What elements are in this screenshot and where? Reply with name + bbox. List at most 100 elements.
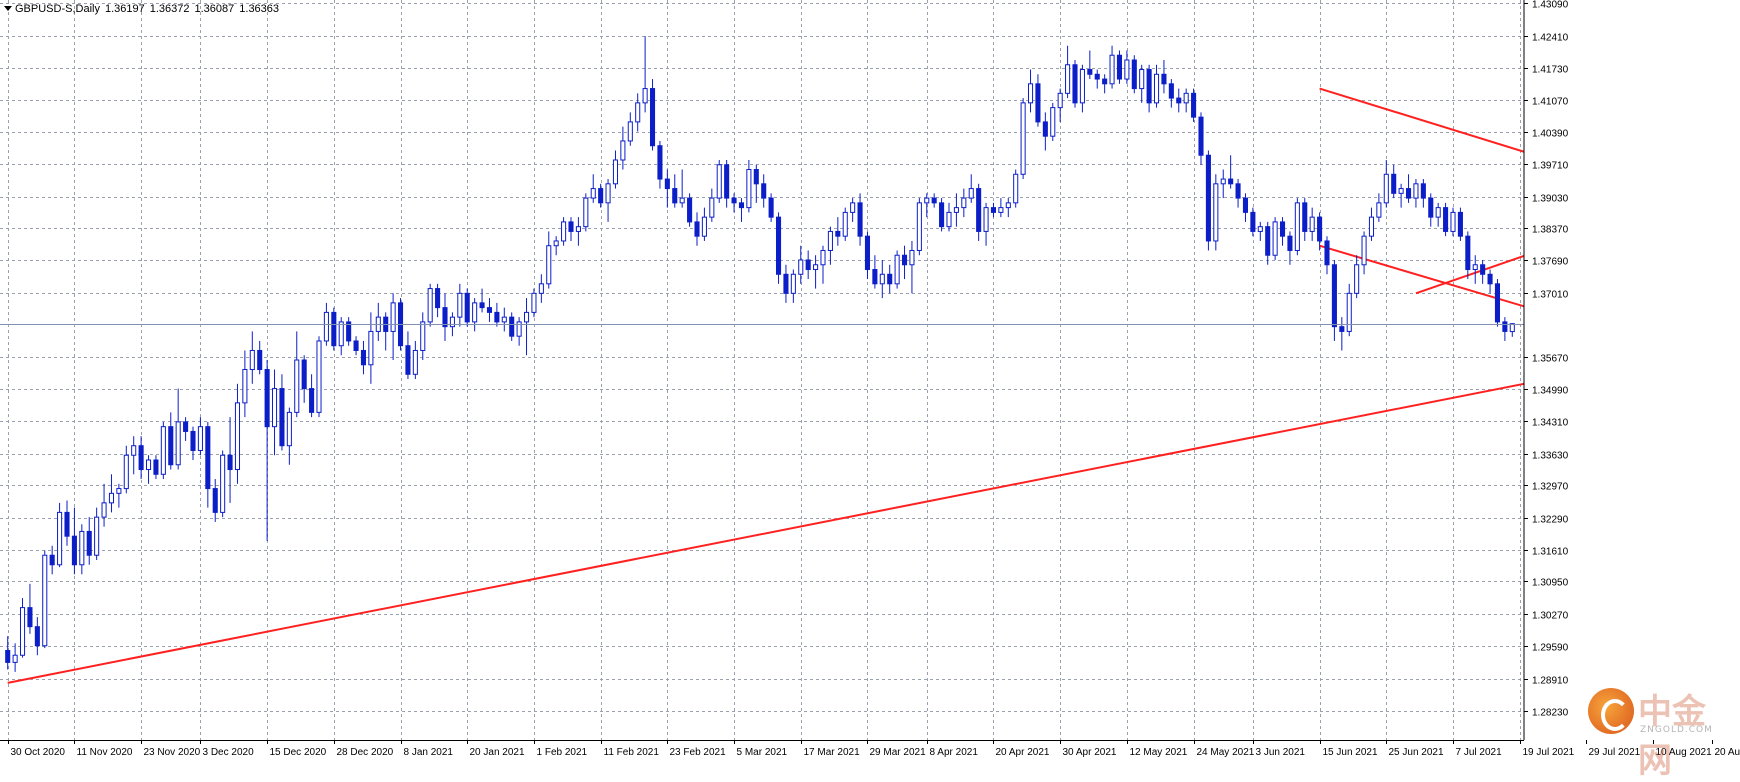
y-tick-label: 1.41070 <box>1532 97 1569 108</box>
candle-body-up <box>287 412 291 445</box>
x-tick-label: 3 Jun 2021 <box>1256 747 1306 758</box>
dropdown-triangle-icon[interactable] <box>4 6 12 11</box>
candle-body-up <box>821 250 825 264</box>
candle-body-down <box>465 293 469 322</box>
candle-body-down <box>932 198 936 203</box>
candle-body-up <box>710 198 714 217</box>
candle-body-down <box>1095 74 1099 79</box>
candle-body-up <box>1080 70 1084 103</box>
candle-body-up <box>547 246 551 284</box>
candle-body-down <box>658 146 662 179</box>
candle-body-down <box>72 536 76 565</box>
candle-body-down <box>510 317 514 336</box>
candle-body-up <box>1028 84 1032 103</box>
candle-body-up <box>910 250 914 264</box>
candle-body-down <box>1392 174 1396 193</box>
candle-body-up <box>799 260 803 274</box>
candle-body-up <box>458 293 462 317</box>
candle-body-up <box>591 189 595 199</box>
candle-body-down <box>673 189 677 203</box>
candle-body-up <box>539 284 543 294</box>
candle-body-up <box>421 322 425 351</box>
candle-body-up <box>1058 93 1062 107</box>
candle-body-up <box>161 427 165 475</box>
candle-body-up <box>999 208 1003 213</box>
logo-icon <box>1588 688 1634 734</box>
candle-body-down <box>1162 74 1166 84</box>
candle-body-down <box>28 608 32 627</box>
x-tick-label: 8 Apr 2021 <box>930 747 979 758</box>
candle-body-up <box>1355 265 1359 294</box>
candle-body-up <box>117 489 121 494</box>
candle-body-down <box>1303 203 1307 232</box>
candle-body-up <box>962 198 966 208</box>
candle-body-up <box>947 212 951 226</box>
candle-body-down <box>695 222 699 236</box>
candle-body-up <box>925 198 929 203</box>
candle-body-down <box>1199 117 1203 155</box>
candle-body-down <box>87 531 91 555</box>
candle-body-up <box>636 103 640 122</box>
candle-body-down <box>487 308 491 313</box>
candle-body-down <box>436 289 440 308</box>
candle-body-up <box>851 203 855 213</box>
y-tick-label: 1.34310 <box>1532 418 1569 429</box>
candle-body-down <box>1251 212 1255 231</box>
candle-body-down <box>1192 93 1196 117</box>
x-tick-label: 15 Jun 2021 <box>1323 747 1378 758</box>
y-tick-label: 1.29590 <box>1532 643 1569 654</box>
candle-body-up <box>13 655 17 662</box>
candle-body-up <box>791 274 795 293</box>
candle-body-up <box>1273 222 1277 255</box>
candle-body-down <box>35 627 39 646</box>
candle-body-down <box>1406 189 1410 199</box>
candle-body-up <box>747 170 751 208</box>
candle-body-up <box>1310 217 1314 231</box>
x-tick-label: 1 Feb 2021 <box>537 747 588 758</box>
candle-body-up <box>132 446 136 456</box>
candle-body-down <box>50 555 54 565</box>
candle-body-down <box>599 189 603 203</box>
candle-body-up <box>1006 203 1010 208</box>
candle-body-up <box>702 217 706 236</box>
y-tick-label: 1.39710 <box>1532 161 1569 172</box>
candle-body-down <box>310 389 314 413</box>
candlestick-chart: 1.36363 1.430901.424101.417301.410701.40… <box>0 0 1740 760</box>
candle-body-up <box>613 160 617 184</box>
candle-body-down <box>1169 84 1173 98</box>
watermark-logo: 中金网 ZNGOLD.COM <box>1588 684 1738 754</box>
candle-body-up <box>576 227 580 232</box>
candle-body-up <box>1214 184 1218 241</box>
candle-body-up <box>880 274 884 284</box>
candle-body-up <box>843 212 847 236</box>
candle-body-down <box>569 222 573 232</box>
candle-body-down <box>991 208 995 213</box>
candle-body-up <box>339 322 343 346</box>
y-tick-label: 1.28910 <box>1532 676 1569 687</box>
candle-body-down <box>6 650 10 662</box>
candle-body-up <box>1436 208 1440 218</box>
candle-body-up <box>43 555 47 645</box>
candle-body-down <box>739 203 743 208</box>
candle-body-down <box>754 170 758 184</box>
candle-body-down <box>1458 212 1462 236</box>
candle-body-down <box>732 198 736 203</box>
candle-body-down <box>1243 198 1247 212</box>
candle-body-up <box>1473 265 1477 270</box>
candle-body-down <box>865 236 869 269</box>
candle-body-down <box>302 360 306 389</box>
candle-body-down <box>1036 84 1040 122</box>
candle-body-down <box>873 270 877 284</box>
candle-body-up <box>198 427 202 451</box>
candle-body-down <box>776 217 780 274</box>
candle-body-up <box>1125 60 1129 79</box>
candle-body-up <box>146 460 150 470</box>
candle-body-up <box>272 389 276 427</box>
candle-body-up <box>1399 189 1403 194</box>
candle-body-down <box>1332 265 1336 327</box>
candle-body-down <box>665 179 669 189</box>
y-tick-label: 1.32290 <box>1532 515 1569 526</box>
candle-body-up <box>413 350 417 374</box>
candle-body-down <box>1073 65 1077 103</box>
candle-body-up <box>717 165 721 198</box>
